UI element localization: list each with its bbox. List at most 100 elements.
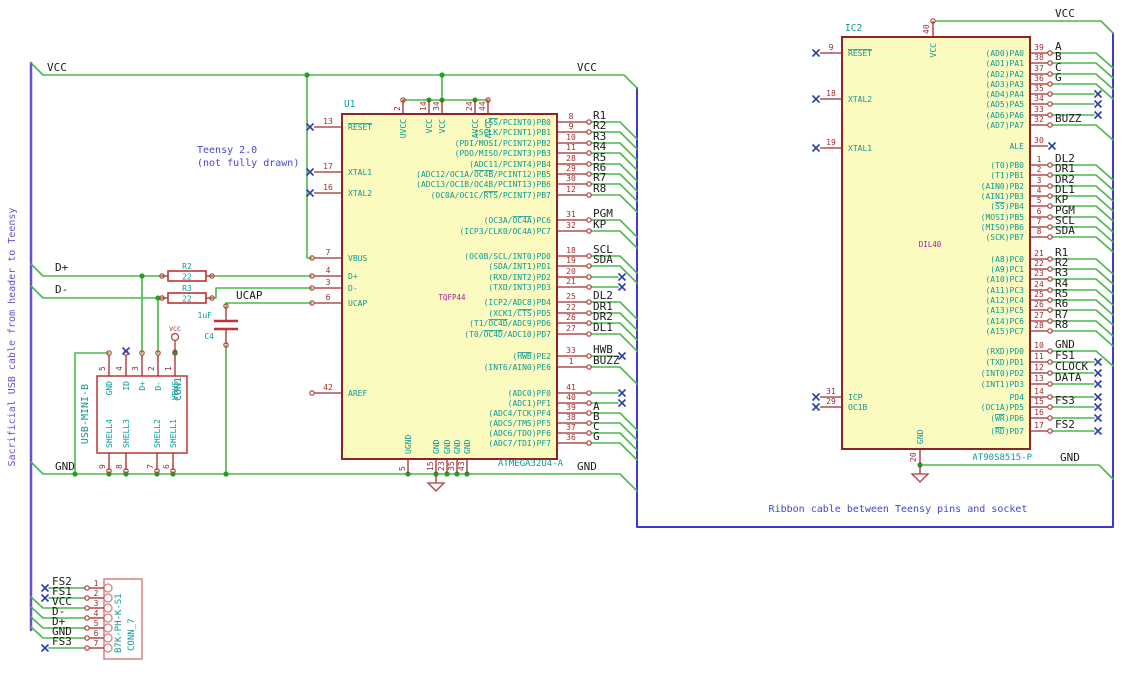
pin-name: D+ [348,272,358,281]
no-connect-icon [617,351,627,361]
net-label[interactable]: FS3 [1055,394,1075,407]
pin-number: 21 [566,277,576,286]
pin-name: (AD3)PA3 [985,80,1024,89]
pin-name-segment: /PCINT12)PB5 [493,170,551,179]
pin-name-segment: GND [453,439,462,454]
ic2-value[interactable]: AT90S8515-P [972,453,1032,463]
pin-name: (A13)PC5 [985,306,1024,315]
schematic-canvas[interactable]: Sacrificial USB cable from header to Tee… [0,0,1131,690]
wire [935,20,1114,34]
pin-number: 38 [566,413,576,422]
pin-number: 4 [1037,186,1042,195]
pin-name-segment: (INT0)PD2 [981,369,1025,378]
no-connect-icon [1093,413,1103,423]
net-label[interactable]: D- [55,283,68,296]
pin-name-segment: )PE2 [532,352,551,361]
r2-value[interactable]: 22 [182,273,192,282]
conn7-value[interactable]: B7K-PH-K-S1 [114,593,124,653]
net-label[interactable]: VCC [577,61,597,74]
pin-name-segment: RD [995,427,1005,436]
pin-number: 38 [1034,53,1044,62]
net-label[interactable]: G [593,430,600,443]
pin-name: (SS)PB4 [990,202,1024,211]
net-label[interactable]: GND [55,460,75,473]
net-label[interactable]: SDA [593,253,613,266]
pin-name-segment: (A11)PC3 [985,286,1024,295]
r3-value[interactable]: 22 [182,295,192,304]
note-teensy-line1[interactable]: Teensy 2.0 [197,145,257,156]
pin-number: 12 [1034,363,1044,372]
u1-component[interactable]: U1ATMEGA32U4-ATQFP448(SS/PCINT0)PB0R19(S… [305,99,627,473]
pin-number: 3 [1037,176,1042,185]
net-label[interactable]: BUZZ [593,354,620,367]
net-label[interactable]: UCAP [236,289,263,302]
pin-name: UVCC [399,119,408,138]
pin-name: (PDI/MOSI/PCINT2)PB2 [455,139,552,148]
pin-name: (INT1)PD3 [981,380,1025,389]
r3-ref[interactable]: R3 [182,284,192,293]
note-teensy-line2[interactable]: (not fully drawn) [197,158,299,169]
conn7-pad [103,623,113,633]
pin-name: (A8)PC0 [990,255,1024,264]
net-label[interactable]: GND [577,460,597,473]
pin-number: 24 [1034,280,1044,289]
pin-name: (OC1A)PD5 [981,403,1025,412]
net-label[interactable]: R8 [1055,318,1068,331]
wire [590,265,638,284]
net-label[interactable]: SDA [1055,224,1075,237]
pin-number: 26 [566,313,576,322]
usb-value[interactable]: USB-MINI-B [80,384,91,444]
net-label[interactable]: GND [1060,451,1080,464]
ic2-footprint[interactable]: DIL40 [919,240,942,249]
r2-component[interactable]: R222 [159,262,215,282]
net-label[interactable]: G [1055,71,1062,84]
ic2-ref[interactable]: IC2 [845,23,862,34]
pin-name-segment: (XCK1/ [488,309,517,318]
pin-number: 22 [566,303,576,312]
ic2-component[interactable]: IC2AT90S8515-PDIL4039(AD0)PA0A38(AD1)PA1… [811,18,1103,464]
net-label[interactable]: BUZZ [1055,112,1082,125]
pin-name: (AD0)PA0 [985,49,1024,58]
net-label[interactable]: D+ [55,261,69,274]
pin-name-segment: D- [154,381,163,391]
u1-value[interactable]: ATMEGA32U4-A [498,459,564,469]
net-label[interactable]: R8 [593,182,606,195]
pin-number: 7 [146,464,155,469]
pin-name: RESET [848,49,872,58]
pin-name: VCC [425,119,434,134]
pin-name: (ADC6/TDO)PF6 [488,429,551,438]
usb-connector-component[interactable]: USB-MINI-B CON15GND4ID3D+2D-1VBUS9SHELL48… [80,325,188,474]
pin-name-segment: (OC0B/SCL/INT0)PD0 [464,252,551,261]
net-label[interactable]: VCC [1055,7,1075,20]
r2-ref[interactable]: R2 [182,262,192,271]
pin-number: 44 [478,101,487,111]
note-sacrificial-cable[interactable]: Sacrificial USB cable from header to Tee… [7,208,18,467]
u1-footprint[interactable]: TQFP44 [438,293,466,302]
no-connect-icon [811,392,821,402]
pin-name-segment: (ADC1)PF1 [508,399,552,408]
conn7-ref[interactable]: CONN_7 [127,618,137,651]
net-label[interactable]: DATA [1055,371,1082,384]
r3-component[interactable]: R322 [159,284,215,304]
u1-ref[interactable]: U1 [344,99,356,110]
c4-component[interactable]: 1uF C4 [198,303,238,348]
pin-name: (AIN1)PB3 [981,192,1025,201]
pin-name-segment: (TXD/INT3)PD3 [488,283,551,292]
c4-value[interactable]: 1uF [198,311,213,320]
pin-name: SHELL2 [153,419,162,448]
conn7-pad [103,643,113,653]
conn7-component[interactable]: B7K-PH-K-S1 CONN_71FS22FS13VCC4D-5D+6GND7… [40,575,143,660]
net-label[interactable]: FS3 [52,635,72,648]
pin-name-segment: (TXD)PD1 [985,358,1024,367]
net-label[interactable]: KP [593,218,607,231]
note-ribbon-cable[interactable]: Ribbon cable between Teensy pins and soc… [769,504,1028,515]
pin-name-segment: (A12)PC4 [985,296,1024,305]
c4-ref[interactable]: C4 [204,332,214,341]
net-label[interactable]: VCC [47,61,67,74]
pin-number: 37 [1034,64,1044,73]
pin-name: SHELL3 [122,419,131,448]
pin-name: (RD)PD7 [990,427,1024,436]
pin-number: 5 [398,466,407,471]
net-label[interactable]: DL1 [593,321,613,334]
net-label[interactable]: FS2 [1055,418,1075,431]
